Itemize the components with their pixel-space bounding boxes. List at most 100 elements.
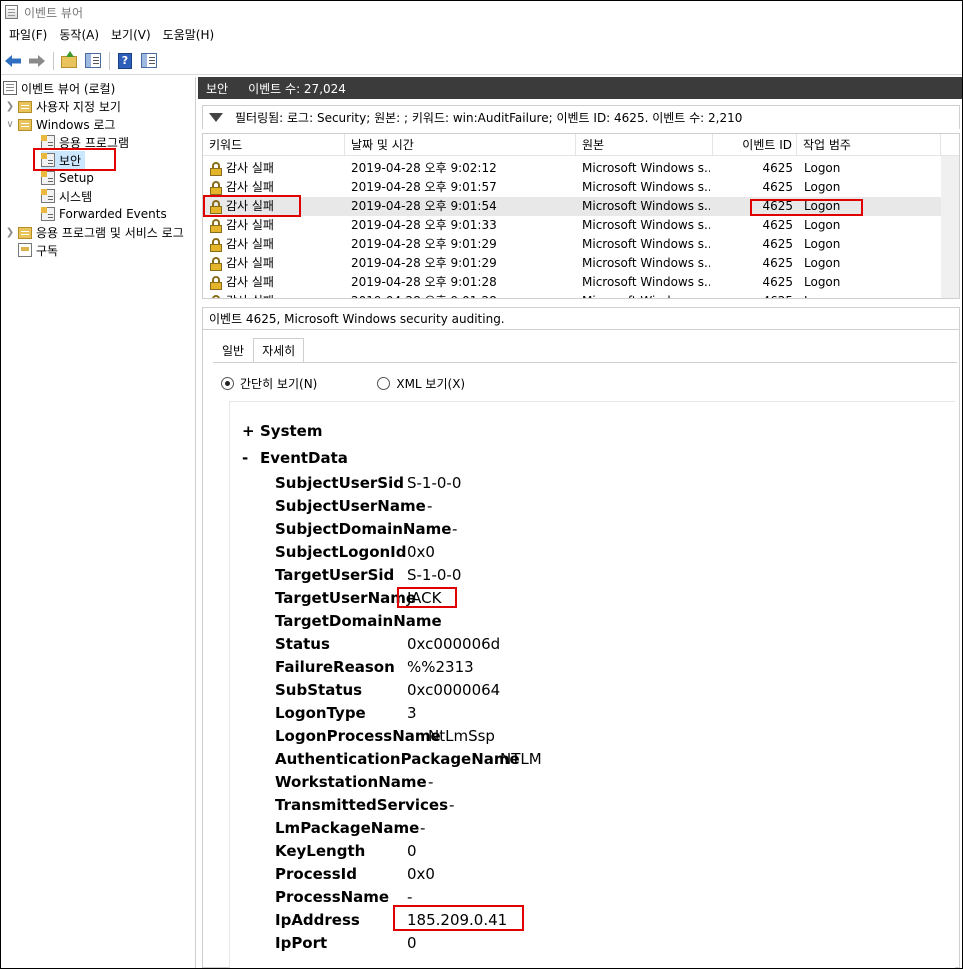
event-source: Microsoft Windows s... — [582, 275, 710, 289]
help-button[interactable]: ? — [115, 51, 135, 71]
menu-file[interactable]: 파일(F) — [3, 26, 53, 43]
xml-view-label[interactable]: XML 보기(X) — [396, 375, 465, 392]
event-row[interactable]: 감사 실패 2019-04-28 오후 9:01:28 Microsoft Wind… — [203, 273, 941, 292]
show-action-pane-button[interactable] — [139, 51, 159, 71]
folder-up-icon — [61, 51, 77, 68]
pane-log-name: 보안 — [206, 81, 229, 96]
tree-item-label: 응용 프로그램 및 서비스 로그 — [36, 225, 184, 240]
pane-header: 보안 이벤트 수: 27,024 — [198, 77, 962, 99]
collapse-eventdata-toggle[interactable]: - — [242, 449, 260, 467]
event-keyword: 감사 실패 — [226, 275, 274, 289]
event-id: 4625 — [762, 275, 793, 289]
expand-system-toggle[interactable]: + — [242, 422, 260, 440]
menu-action[interactable]: 동작(A) — [53, 26, 105, 43]
field-name: LogonType — [275, 704, 366, 722]
field-name: AuthenticationPackageName — [275, 750, 520, 768]
tab-details[interactable]: 자세히 — [253, 338, 305, 362]
event-keyword: 감사 실패 — [226, 180, 274, 194]
back-button[interactable] — [3, 51, 23, 71]
field-value: 0xc0000064 — [407, 681, 501, 699]
field-name: TargetDomainName — [275, 612, 442, 630]
field-value: - — [407, 888, 413, 906]
filter-description: 필터링됨: 로그: Security; 원본: ; 키워드: win:Audit… — [235, 111, 743, 125]
event-row[interactable]: 감사 실패 2019-04-28 오후 9:01:29 Microsoft Wind… — [203, 235, 941, 254]
column-header-datetime[interactable]: 날짜 및 시간 — [345, 134, 576, 156]
field-value: 0x0 — [407, 543, 435, 561]
menu-help[interactable]: 도움말(H) — [157, 26, 221, 43]
menu-bar: 파일(F) 동작(A) 보기(V) 도움말(H) — [1, 23, 962, 45]
event-category: Logon — [804, 292, 934, 298]
menu-view[interactable]: 보기(V) — [105, 26, 157, 43]
view-mode-radios: 간단히 보기(N) XML 보기(X) — [221, 375, 465, 392]
friendly-view-label[interactable]: 간단히 보기(N) — [240, 375, 317, 392]
event-row[interactable]: 감사 실패 2019-04-28 오후 9:01:54 Microsoft Wind… — [203, 197, 941, 216]
event-row[interactable]: 감사 실패 2019-04-28 오후 9:01:28 Microsoft Wind… — [203, 292, 941, 298]
event-keyword: 감사 실패 — [226, 256, 274, 270]
tree-item-app-services-logs[interactable]: ❯ 응용 프로그램 및 서비스 로그 — [5, 223, 184, 241]
tree-item-root[interactable]: 이벤트 뷰어 (로컬) — [3, 79, 115, 97]
console-tree: 이벤트 뷰어 (로컬) ❯ 사용자 지정 보기 ∨ Windows 로그 응용 … — [1, 77, 196, 968]
tree-item-custom-views[interactable]: ❯ 사용자 지정 보기 — [5, 97, 121, 115]
event-id: 4625 — [762, 256, 793, 270]
tree-item-setup[interactable]: Setup — [41, 169, 94, 187]
tree-item-application[interactable]: 응용 프로그램 — [41, 133, 129, 151]
event-list: 키워드 날짜 및 시간 원본 이벤트 ID 작업 범주 감사 실패 2019-04… — [202, 133, 960, 299]
event-keyword: 감사 실패 — [226, 161, 274, 175]
tree-item-security[interactable]: 보안 — [41, 151, 86, 169]
field-value: %%2313 — [407, 658, 474, 676]
event-category: Logon — [804, 161, 841, 175]
event-list-header: 키워드 날짜 및 시간 원본 이벤트 ID 작업 범주 — [203, 134, 959, 156]
xml-view-radio[interactable] — [377, 377, 391, 390]
tree-item-label: 시스템 — [59, 189, 93, 204]
audit-failure-lock-icon — [210, 162, 222, 176]
event-data-view: + System - EventData SubjectUserSid S-1-0-0… — [229, 401, 955, 968]
column-header-source[interactable]: 원본 — [576, 134, 713, 156]
system-node[interactable]: + System — [242, 422, 322, 440]
event-row[interactable]: 감사 실패 2019-04-28 오후 9:02:12 Microsoft Wind… — [203, 159, 941, 178]
column-header-keyword[interactable]: 키워드 — [203, 134, 345, 156]
subscription-icon — [18, 243, 32, 257]
audit-failure-lock-icon — [210, 238, 222, 252]
up-one-level-button[interactable] — [59, 51, 79, 71]
tree-item-label: Setup — [59, 171, 94, 185]
system-node-label: System — [260, 422, 323, 440]
event-id: 4625 — [762, 237, 793, 251]
expand-chevron-icon[interactable]: ❯ — [5, 97, 15, 115]
tree-item-label: 구독 — [36, 243, 59, 258]
tree-item-subscriptions[interactable]: 구독 — [18, 241, 58, 259]
event-row[interactable]: 감사 실패 2019-04-28 오후 9:01:57 Microsoft Wind… — [203, 178, 941, 197]
filter-icon — [209, 113, 223, 122]
tree-item-system[interactable]: 시스템 — [41, 187, 92, 205]
friendly-view-radio[interactable] — [221, 377, 234, 390]
event-row[interactable]: 감사 실패 2019-04-28 오후 9:01:33 Microsoft Wind… — [203, 216, 941, 235]
title-bar: 이벤트 뷰어 — [1, 1, 962, 23]
event-row[interactable]: 감사 실패 2019-04-28 오후 9:01:29 Microsoft Wind… — [203, 254, 941, 273]
column-header-task-category[interactable]: 작업 범주 — [797, 134, 941, 156]
event-viewer-window: 이벤트 뷰어 파일(F) 동작(A) 보기(V) 도움말(H) ? 이벤트 뷰어… — [0, 0, 963, 969]
event-list-scrollbar[interactable] — [941, 156, 959, 298]
field-name: LogonProcessName — [275, 727, 441, 745]
field-name: TargetUserName — [275, 589, 417, 607]
tab-general[interactable]: 일반 — [213, 338, 253, 362]
event-datetime: 2019-04-28 오후 9:01:29 — [351, 237, 497, 251]
tree-item-forwarded-events[interactable]: Forwarded Events — [41, 205, 167, 223]
show-console-tree-button[interactable] — [83, 51, 103, 71]
folder-icon — [18, 101, 32, 113]
expand-chevron-icon[interactable]: ❯ — [5, 223, 15, 241]
event-category: Logon — [804, 256, 841, 270]
event-keyword: 감사 실패 — [226, 292, 344, 298]
folder-icon — [18, 119, 32, 131]
column-header-event-id[interactable]: 이벤트 ID — [713, 134, 797, 156]
log-icon — [41, 135, 55, 149]
field-name: Status — [275, 635, 330, 653]
forward-button[interactable] — [27, 51, 47, 71]
audit-failure-lock-icon — [210, 200, 222, 214]
field-name: ProcessName — [275, 888, 390, 906]
event-source: Microsoft Windows s... — [582, 237, 710, 251]
tree-item-windows-logs[interactable]: ∨ Windows 로그 — [5, 115, 115, 133]
tree-item-label: Windows 로그 — [36, 117, 116, 132]
field-name: SubjectLogonId — [275, 543, 407, 561]
eventdata-node[interactable]: - EventData — [242, 449, 348, 467]
collapse-chevron-icon[interactable]: ∨ — [5, 115, 15, 133]
event-category: Logon — [804, 275, 841, 289]
